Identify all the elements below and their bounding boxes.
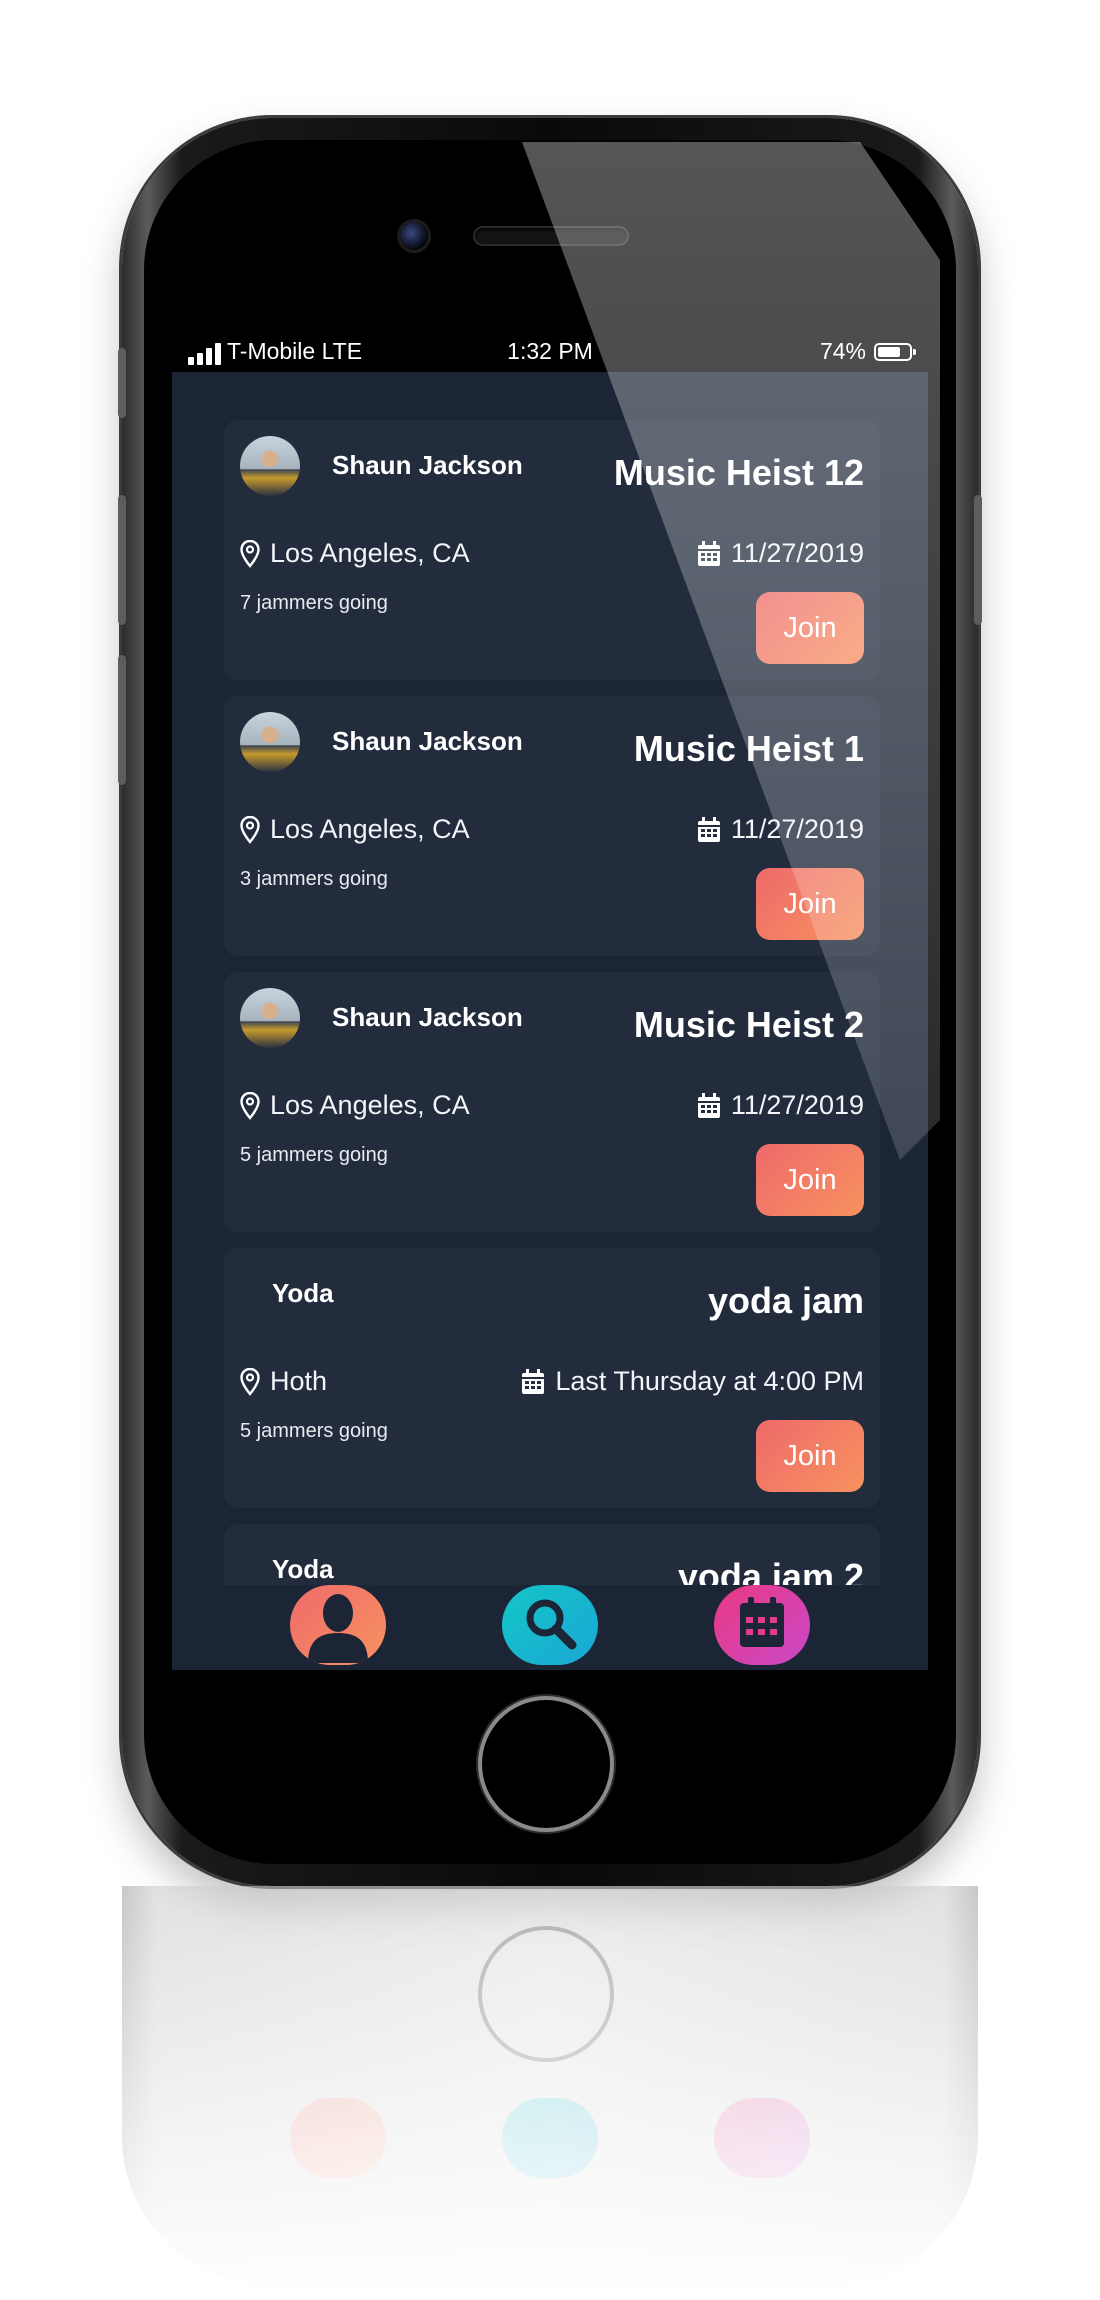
event-title: Music Heist 12 xyxy=(613,452,864,493)
event-title: yoda jam xyxy=(707,1280,864,1321)
event-card[interactable]: Shaun Jackson Music Heist 2 Los Angeles,… xyxy=(224,972,880,1232)
volume-down-button xyxy=(118,655,126,785)
search-icon xyxy=(520,1593,580,1658)
calendar-icon xyxy=(697,1092,721,1119)
date-label: 11/27/2019 xyxy=(730,1090,864,1120)
attendee-count: 5 jammers going xyxy=(240,1420,388,1442)
earpiece-speaker xyxy=(475,228,627,244)
attendee-count: 5 jammers going xyxy=(240,1144,388,1166)
event-date: Last Thursday at 4:00 PM xyxy=(521,1366,864,1397)
host-avatar xyxy=(240,712,300,772)
calendar-icon xyxy=(521,1368,545,1395)
tab-calendar[interactable] xyxy=(714,1585,810,1665)
volume-up-button xyxy=(118,495,126,625)
status-right: 74% xyxy=(819,338,916,365)
host-avatar xyxy=(240,436,300,496)
mute-switch xyxy=(118,348,126,418)
location-pin-icon xyxy=(240,815,260,844)
status-bar: T-Mobile LTE 1:32 PM 74% xyxy=(172,330,928,372)
host-name: Shaun Jackson xyxy=(332,450,523,480)
location-pin-icon xyxy=(240,1367,260,1396)
date-label: 11/27/2019 xyxy=(730,538,864,568)
location-pin-icon xyxy=(240,539,260,568)
event-location: Los Angeles, CA xyxy=(240,814,470,845)
calendar-icon xyxy=(732,1593,792,1658)
front-camera xyxy=(400,222,428,250)
event-title: Music Heist 1 xyxy=(633,728,864,769)
join-button[interactable]: Join xyxy=(756,868,864,940)
event-title: Music Heist 2 xyxy=(633,1004,864,1045)
host-name: Yoda xyxy=(272,1278,334,1308)
phone-reflection xyxy=(122,1886,978,2300)
host-name: Shaun Jackson xyxy=(332,1002,523,1032)
status-time: 1:32 PM xyxy=(507,338,593,364)
home-button[interactable] xyxy=(482,1700,610,1828)
app-screen: T-Mobile LTE 1:32 PM 74% Shaun Jackson M… xyxy=(172,330,928,1670)
event-location: Hoth xyxy=(240,1366,327,1397)
attendee-count: 7 jammers going xyxy=(240,592,388,614)
tab-search[interactable] xyxy=(502,1585,598,1665)
date-label: Last Thursday at 4:00 PM xyxy=(555,1366,864,1396)
location-label: Los Angeles, CA xyxy=(270,1090,470,1120)
join-button[interactable]: Join xyxy=(756,1420,864,1492)
tab-bar xyxy=(172,1585,928,1670)
event-location: Los Angeles, CA xyxy=(240,538,470,569)
join-button[interactable]: Join xyxy=(756,1144,864,1216)
host-name: Yoda xyxy=(272,1554,334,1584)
date-label: 11/27/2019 xyxy=(730,814,864,844)
location-pin-icon xyxy=(240,1091,260,1120)
event-feed[interactable]: Shaun Jackson Music Heist 12 Los Angeles… xyxy=(172,372,928,1622)
event-card[interactable]: Shaun Jackson Music Heist 1 Los Angeles,… xyxy=(224,696,880,956)
attendee-count: 3 jammers going xyxy=(240,868,388,890)
battery-percent: 74% xyxy=(819,338,866,364)
event-date: 11/27/2019 xyxy=(697,814,864,845)
location-label: Los Angeles, CA xyxy=(270,538,470,568)
event-location: Los Angeles, CA xyxy=(240,1090,470,1121)
join-button[interactable]: Join xyxy=(756,592,864,664)
host-name: Shaun Jackson xyxy=(332,726,523,756)
location-label: Hoth xyxy=(270,1366,328,1396)
calendar-icon xyxy=(697,816,721,843)
location-label: Los Angeles, CA xyxy=(270,814,470,844)
profile-icon xyxy=(303,1585,373,1665)
event-card[interactable]: Shaun Jackson Music Heist 12 Los Angeles… xyxy=(224,420,880,680)
power-button xyxy=(974,495,982,625)
tab-profile[interactable] xyxy=(290,1585,386,1665)
event-card[interactable]: Yoda yoda jam Hoth Last Thursday at 4:00… xyxy=(224,1248,880,1508)
battery-icon xyxy=(874,342,916,361)
event-date: 11/27/2019 xyxy=(697,1090,864,1121)
calendar-icon xyxy=(697,540,721,567)
event-date: 11/27/2019 xyxy=(697,538,864,569)
host-avatar xyxy=(240,988,300,1048)
